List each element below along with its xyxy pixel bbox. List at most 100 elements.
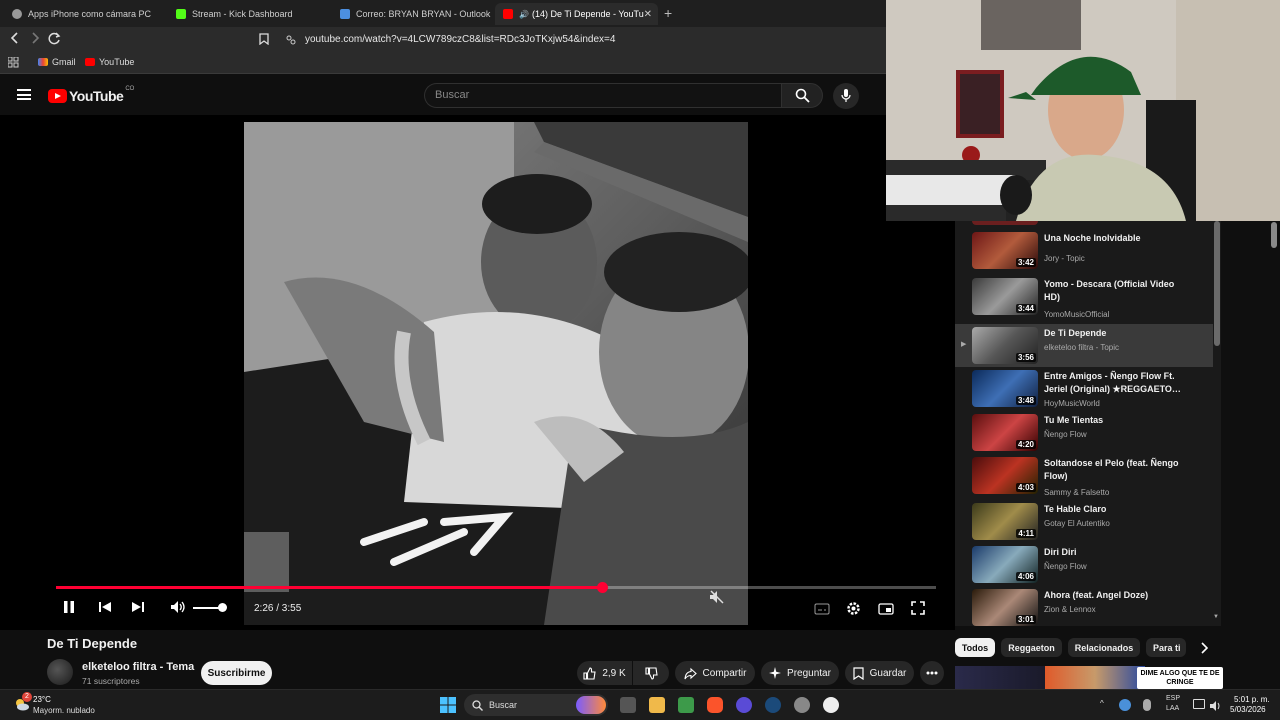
clock-date[interactable]: 5/03/2026 <box>1230 705 1266 714</box>
volume-knob[interactable] <box>218 603 227 612</box>
playlist-item-channel: elketeloo filtra - Topic <box>1044 343 1119 352</box>
miniplayer-button[interactable] <box>878 602 894 620</box>
steam-icon[interactable] <box>765 697 781 713</box>
forward-icon[interactable] <box>30 32 40 47</box>
app-icon[interactable] <box>794 697 810 713</box>
youtube-logo[interactable]: YouTube CO <box>48 86 134 104</box>
store-icon[interactable] <box>678 697 694 713</box>
microphone-icon <box>841 89 851 102</box>
playlist-item[interactable]: 4:11 Te Hable Claro Gotay El Autentiko <box>955 500 1213 543</box>
album-cover-photo <box>244 122 748 625</box>
playlist-item-title: Entre Amigos - Ñengo Flow Ft. Jeriel (Or… <box>1044 371 1181 394</box>
windows-start-icon[interactable] <box>440 697 456 718</box>
weather-widget-icon[interactable]: 2 <box>12 692 32 713</box>
progress-bar[interactable] <box>56 582 936 593</box>
playlist-item[interactable]: 3:48 Entre Amigos - Ñengo Flow Ft. Jerie… <box>955 367 1213 410</box>
address-bar: youtube.com/watch?v=4LCW789czC8&list=RDc… <box>0 27 886 53</box>
like-button[interactable]: 2,9 K <box>577 661 632 685</box>
search-button[interactable] <box>781 83 823 108</box>
app-icon[interactable] <box>823 697 839 713</box>
playlist-item[interactable]: 4:03 Soltandose el Pelo (feat. Ñengo Flo… <box>955 454 1213 497</box>
tab-youtube-active[interactable]: 🔊 (14) De Ti Depende - YouTube ✕ <box>495 3 658 25</box>
page-scrollbar[interactable] <box>1271 222 1277 248</box>
recommendation-thumbnails[interactable]: DIME ALGO QUE TE DE CRINGE <box>955 666 1225 689</box>
back-icon[interactable] <box>10 32 20 47</box>
playlist-item[interactable]: 4:06 Diri Diri Ñengo Flow <box>955 543 1213 586</box>
video-frame[interactable] <box>244 122 748 625</box>
playlist-item-current[interactable]: ▶ 3:56 De Ti Depende elketeloo filtra - … <box>955 324 1213 367</box>
reload-icon[interactable] <box>48 32 61 48</box>
channel-avatar[interactable] <box>47 659 73 685</box>
youtube-wordmark: YouTube <box>69 88 124 104</box>
site-info-icon[interactable] <box>286 33 296 48</box>
previous-button[interactable] <box>98 600 112 619</box>
channel-name[interactable]: elketeloo filtra - Tema <box>82 661 194 673</box>
playlist-scrollbar[interactable] <box>1214 221 1220 346</box>
url-field[interactable]: youtube.com/watch?v=4LCW789czC8&list=RDc… <box>305 34 615 45</box>
apps-grid-icon[interactable] <box>8 57 19 68</box>
next-button[interactable] <box>131 600 145 619</box>
gear-icon <box>847 602 860 615</box>
file-explorer-icon[interactable] <box>649 697 665 713</box>
taskbar-search-label: Buscar <box>489 700 518 710</box>
fullscreen-button[interactable] <box>911 601 925 620</box>
new-tab-button[interactable]: + <box>664 5 672 21</box>
close-tab-icon[interactable]: ✕ <box>644 9 652 20</box>
share-button[interactable]: Compartir <box>675 661 755 685</box>
bookmark-label: Gmail <box>52 57 76 67</box>
dislike-button[interactable] <box>633 661 669 685</box>
ask-button[interactable]: Preguntar <box>761 661 839 685</box>
webcam-overlay <box>886 0 1280 221</box>
chip-for-you[interactable]: Para ti <box>1146 638 1186 657</box>
playlist-item[interactable]: 3:01 Ahora (feat. Angel Doze) Zion & Len… <box>955 586 1213 626</box>
playlist-item-channel: Ñengo Flow <box>1044 562 1087 571</box>
playlist-item[interactable]: 3:42 Una Noche Inolvidable Jory - Topic <box>955 229 1213 272</box>
tray-cloud-icon[interactable] <box>1119 699 1131 711</box>
chevron-up-icon[interactable]: ^ <box>1100 699 1104 708</box>
bookmark-icon[interactable] <box>259 33 269 48</box>
microphone-icon[interactable] <box>1143 699 1151 711</box>
brave-browser-icon[interactable] <box>707 697 723 713</box>
bookmark-gmail[interactable]: Gmail <box>38 57 76 67</box>
video-thumbnail: 4:06 <box>972 546 1038 583</box>
search-input[interactable] <box>435 89 765 101</box>
subtitles-button[interactable] <box>814 602 830 620</box>
settings-button[interactable] <box>846 601 861 621</box>
pause-button[interactable] <box>62 600 76 619</box>
playlist-item-title: De Ti Depende <box>1044 328 1107 338</box>
chevron-right-icon[interactable] <box>1200 642 1209 657</box>
playlist-item[interactable]: 4:20 Tu Me Tientas Ñengo Flow <box>955 411 1213 454</box>
subscribe-button[interactable]: Suscribirme <box>201 661 272 685</box>
speaker-icon[interactable] <box>1210 699 1222 711</box>
streamer-webcam-feed <box>886 0 1280 221</box>
youtube-play-icon <box>48 89 67 103</box>
video-player[interactable]: 2:26 / 3:55 <box>0 115 955 630</box>
chip-all[interactable]: Todos <box>955 638 995 657</box>
video-thumbnail: 4:03 <box>972 457 1038 494</box>
volume-button[interactable] <box>170 600 186 619</box>
display-icon[interactable] <box>1193 699 1205 709</box>
language-indicator[interactable]: ESP <box>1166 695 1180 702</box>
chip-reggaeton[interactable]: Reggaeton <box>1001 638 1062 657</box>
task-view-icon[interactable] <box>620 697 636 713</box>
video-thumbnail: 3:56 <box>972 327 1038 364</box>
playlist-item[interactable]: 3:44 Yomo - Descara (Official Video HD) … <box>955 275 1213 319</box>
tab-kick-dashboard[interactable]: Stream - Kick Dashboard <box>168 3 328 25</box>
playlist-item-title: Ahora (feat. Angel Doze) <box>1044 590 1149 600</box>
voice-search-button[interactable] <box>833 83 859 109</box>
chip-related[interactable]: Relacionados <box>1068 638 1140 657</box>
playlist-item-channel: Jory - Topic <box>1044 254 1085 263</box>
taskbar-search[interactable] <box>464 694 608 716</box>
obs-icon[interactable] <box>736 697 752 713</box>
scroll-down-arrow-icon[interactable]: ▼ <box>1213 614 1219 620</box>
notification-badge: 2 <box>22 692 32 702</box>
save-button[interactable]: Guardar <box>845 661 914 685</box>
playlist-item-title: Tu Me Tientas <box>1044 415 1104 425</box>
clock-time[interactable]: 5:01 p. m. <box>1234 695 1270 704</box>
menu-icon[interactable] <box>17 89 31 100</box>
tab-iphone-camera[interactable]: Apps iPhone como cámara PC <box>4 3 164 25</box>
bookmark-youtube[interactable]: YouTube <box>85 57 134 67</box>
tab-outlook[interactable]: Correo: BRYAN BRYAN - Outlook <box>332 3 492 25</box>
search-box <box>424 83 782 108</box>
more-actions-button[interactable] <box>920 661 944 685</box>
